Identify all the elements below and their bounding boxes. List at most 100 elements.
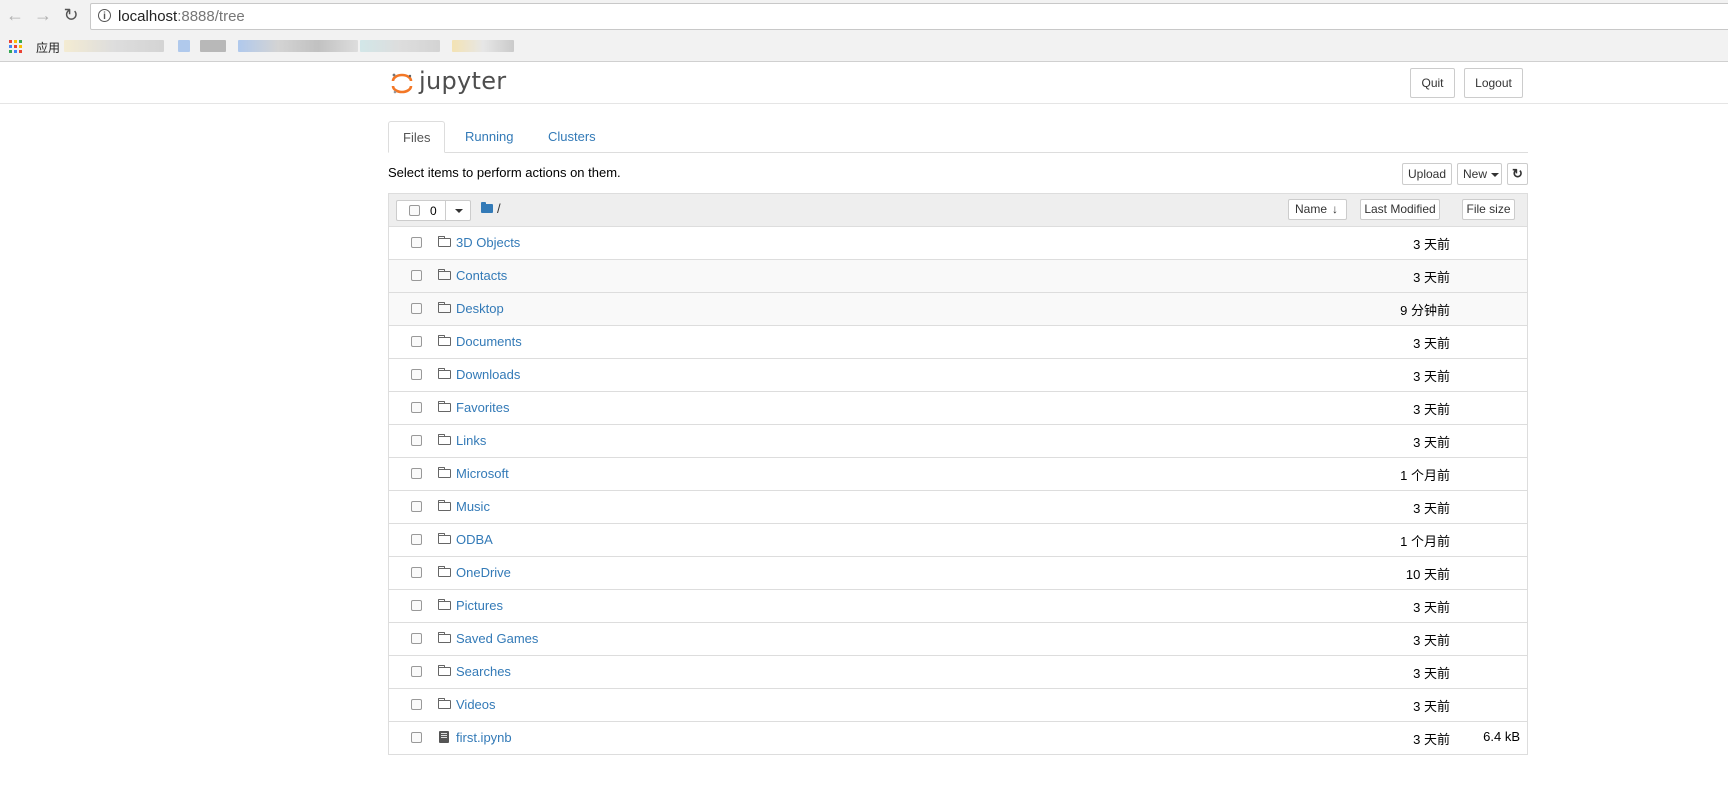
tab-files[interactable]: Files [388, 121, 446, 153]
item-modified: 1 个月前 [1400, 468, 1450, 483]
item-name-link[interactable]: Music [456, 499, 490, 514]
blurred-bookmark[interactable] [452, 40, 514, 52]
address-bar[interactable]: i localhost:8888/tree [90, 3, 1728, 30]
item-checkbox[interactable] [411, 435, 422, 446]
folder-icon [437, 698, 451, 709]
apps-grid-icon[interactable] [9, 40, 22, 53]
bookmark-apps-label[interactable]: 应用 [36, 39, 60, 56]
item-checkbox[interactable] [411, 270, 422, 281]
item-modified: 3 天前 [1413, 666, 1450, 681]
folder-icon [437, 500, 451, 511]
item-checkbox[interactable] [411, 732, 422, 743]
refresh-button[interactable]: ↻ [1507, 163, 1528, 185]
item-checkbox[interactable] [411, 468, 422, 479]
item-name-link[interactable]: Pictures [456, 598, 503, 613]
item-checkbox[interactable] [411, 501, 422, 512]
bookmarks-bar: 应用 [0, 34, 1728, 60]
list-item[interactable]: first.ipynb 3 天前 6.4 kB [389, 722, 1527, 754]
select-menu-caret-icon[interactable] [455, 209, 463, 213]
folder-icon[interactable] [481, 202, 493, 213]
list-item[interactable]: Downloads 3 天前 [389, 359, 1527, 392]
folder-icon [437, 236, 451, 247]
folder-icon [437, 533, 451, 544]
item-checkbox[interactable] [411, 534, 422, 545]
item-name-link[interactable]: Saved Games [456, 631, 538, 646]
folder-icon [437, 665, 451, 676]
file-rows: 3D Objects 3 天前 Contacts 3 天前 Desktop 9 分钟前 Do… [389, 227, 1527, 754]
item-name-link[interactable]: Links [456, 433, 486, 448]
item-size: 6.4 kB [1483, 729, 1520, 744]
sort-by-size-button[interactable]: File size [1462, 199, 1515, 220]
blurred-bookmark[interactable] [64, 40, 164, 52]
logout-button[interactable]: Logout [1464, 68, 1523, 98]
item-name-link[interactable]: OneDrive [456, 565, 511, 580]
item-checkbox[interactable] [411, 402, 422, 413]
item-name-link[interactable]: Desktop [456, 301, 504, 316]
item-name-link[interactable]: first.ipynb [456, 730, 512, 745]
item-name-link[interactable]: Documents [456, 334, 522, 349]
list-item[interactable]: ODBA 1 个月前 [389, 524, 1527, 557]
item-name-link[interactable]: Videos [456, 697, 496, 712]
blurred-bookmark[interactable] [200, 40, 226, 52]
blurred-bookmark[interactable] [360, 40, 440, 52]
item-name-link[interactable]: Downloads [456, 367, 520, 382]
item-checkbox[interactable] [411, 369, 422, 380]
item-checkbox[interactable] [411, 336, 422, 347]
list-item[interactable]: 3D Objects 3 天前 [389, 227, 1527, 260]
forward-arrow-icon[interactable]: → [32, 4, 54, 26]
list-item[interactable]: Favorites 3 天前 [389, 392, 1527, 425]
blurred-bookmark[interactable] [238, 40, 358, 52]
folder-icon [437, 599, 451, 610]
url-text[interactable]: localhost:8888/tree [118, 8, 245, 25]
quit-button[interactable]: Quit [1410, 68, 1455, 98]
item-checkbox[interactable] [411, 666, 422, 677]
notebook-icon [439, 731, 449, 743]
select-all-checkbox[interactable] [409, 205, 420, 216]
file-list: 0 / Name ↓ Last Modified File size 3D Ob… [388, 193, 1528, 755]
folder-icon [437, 368, 451, 379]
item-modified: 1 个月前 [1400, 534, 1450, 549]
back-arrow-icon[interactable]: ← [4, 4, 26, 26]
item-name-link[interactable]: Searches [456, 664, 511, 679]
item-checkbox[interactable] [411, 567, 422, 578]
reload-icon[interactable]: ↻ [60, 4, 82, 26]
item-checkbox[interactable] [411, 303, 422, 314]
new-dropdown-button[interactable]: New [1457, 163, 1502, 185]
list-item[interactable]: Contacts 3 天前 [389, 260, 1527, 293]
item-name-link[interactable]: 3D Objects [456, 235, 520, 250]
item-checkbox[interactable] [411, 699, 422, 710]
tab-clusters[interactable]: Clusters [534, 121, 610, 152]
list-item[interactable]: OneDrive 10 天前 [389, 557, 1527, 590]
list-item[interactable]: Searches 3 天前 [389, 656, 1527, 689]
list-item[interactable]: Documents 3 天前 [389, 326, 1527, 359]
item-modified: 9 分钟前 [1400, 303, 1450, 318]
list-item[interactable]: Videos 3 天前 [389, 689, 1527, 722]
divider [445, 201, 446, 220]
list-item[interactable]: Music 3 天前 [389, 491, 1527, 524]
item-name-link[interactable]: Favorites [456, 400, 509, 415]
list-item[interactable]: Desktop 9 分钟前 [389, 293, 1527, 326]
item-name-link[interactable]: Contacts [456, 268, 507, 283]
item-modified: 3 天前 [1413, 699, 1450, 714]
info-icon[interactable]: i [98, 9, 111, 22]
list-item[interactable]: Pictures 3 天前 [389, 590, 1527, 623]
list-item[interactable]: Links 3 天前 [389, 425, 1527, 458]
list-item[interactable]: Microsoft 1 个月前 [389, 458, 1527, 491]
breadcrumb-root[interactable]: / [497, 201, 501, 216]
item-checkbox[interactable] [411, 600, 422, 611]
tab-running[interactable]: Running [451, 121, 527, 152]
item-checkbox[interactable] [411, 633, 422, 644]
sort-by-name-button[interactable]: Name ↓ [1288, 199, 1347, 220]
jupyter-header: jupyter Quit Logout [0, 62, 1728, 104]
item-checkbox[interactable] [411, 237, 422, 248]
folder-icon [437, 467, 451, 478]
sort-by-modified-button[interactable]: Last Modified [1360, 199, 1440, 220]
item-name-link[interactable]: Microsoft [456, 466, 509, 481]
item-name-link[interactable]: ODBA [456, 532, 493, 547]
item-modified: 3 天前 [1413, 633, 1450, 648]
blurred-bookmark[interactable] [178, 40, 190, 52]
upload-button[interactable]: Upload [1402, 163, 1452, 185]
instructions-text: Select items to perform actions on them. [388, 165, 621, 180]
jupyter-logo-icon [391, 73, 413, 94]
list-item[interactable]: Saved Games 3 天前 [389, 623, 1527, 656]
